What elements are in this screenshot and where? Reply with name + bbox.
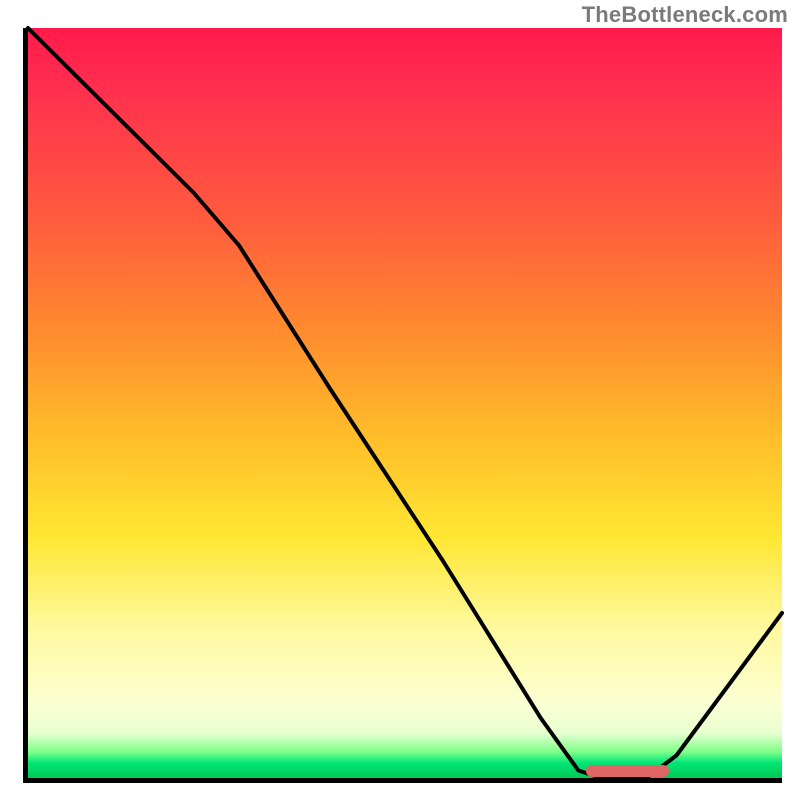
optimal-range-marker: [586, 765, 669, 777]
plot-area: [28, 28, 782, 778]
chart-root: TheBottleneck.com: [0, 0, 800, 800]
watermark-text: TheBottleneck.com: [582, 2, 788, 28]
curve-path: [28, 28, 782, 778]
bottleneck-curve: [28, 28, 782, 778]
axes-frame: [23, 28, 782, 783]
